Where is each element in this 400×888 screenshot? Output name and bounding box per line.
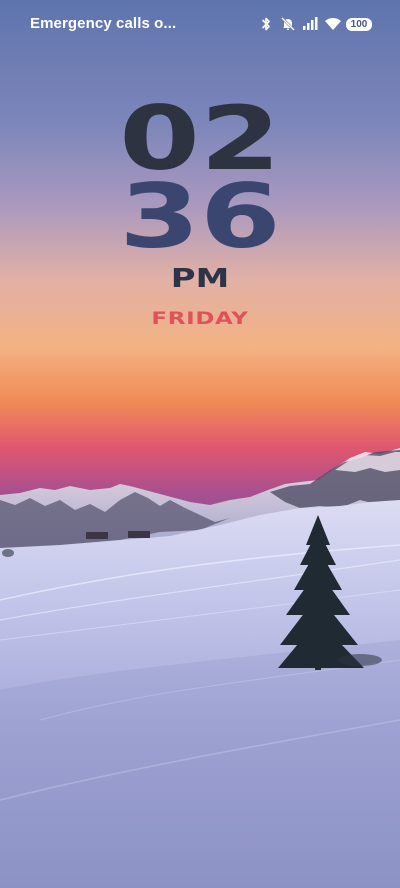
lock-screen-clock: 02 36 PM FRIDAY: [0, 95, 400, 330]
silent-mode-icon: [280, 16, 296, 32]
wifi-icon: [324, 16, 341, 32]
clock-ampm: PM: [170, 264, 230, 294]
hut: [86, 532, 108, 539]
battery-icon: 100: [346, 17, 372, 31]
status-bar: Emergency calls o... 100: [0, 0, 400, 50]
lock-screen: Emergency calls o... 100 02 36 PM FRIDAY: [0, 0, 400, 888]
bluetooth-icon: [258, 16, 274, 32]
hut: [128, 531, 150, 538]
cellular-signal-icon: [302, 16, 318, 32]
clock-minutes: 36: [119, 165, 281, 268]
carrier-status-text: Emergency calls o...: [30, 15, 177, 32]
clock-day: FRIDAY: [151, 309, 249, 329]
status-icons: 100: [258, 14, 372, 34]
